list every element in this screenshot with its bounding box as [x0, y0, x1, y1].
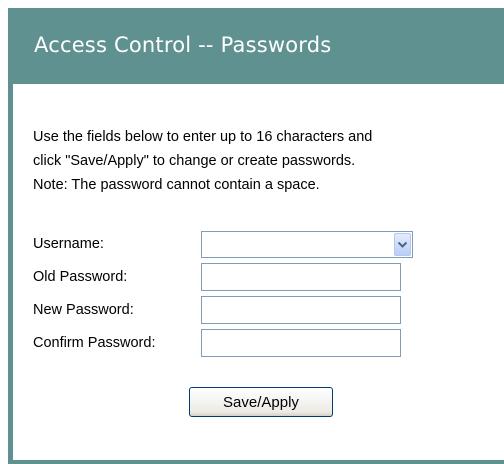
old-password-label: Old Password: [33, 269, 128, 285]
instructions-line-2: click "Save/Apply" to change or create p… [33, 153, 356, 169]
instructions-line-1: Use the fields below to enter up to 16 c… [33, 129, 373, 145]
username-select[interactable] [201, 231, 413, 258]
new-password-label: New Password: [33, 302, 134, 318]
confirm-password-label: Confirm Password: [33, 335, 156, 351]
confirm-password-field[interactable] [201, 329, 401, 357]
page-header: Access Control -- Passwords [8, 8, 504, 84]
old-password-field[interactable] [201, 263, 401, 291]
page-title: Access Control -- Passwords [34, 33, 332, 57]
username-label: Username: [33, 236, 104, 252]
chevron-down-icon[interactable] [394, 233, 411, 256]
instructions-text: Use the fields below to enter up to 16 c… [33, 125, 372, 197]
content-panel: Use the fields below to enter up to 16 c… [13, 84, 504, 460]
new-password-field[interactable] [201, 296, 401, 324]
access-control-frame: Access Control -- Passwords Use the fiel… [8, 8, 504, 464]
instructions-line-3: Note: The password cannot contain a spac… [33, 177, 320, 193]
save-apply-button[interactable]: Save/Apply [189, 387, 333, 417]
